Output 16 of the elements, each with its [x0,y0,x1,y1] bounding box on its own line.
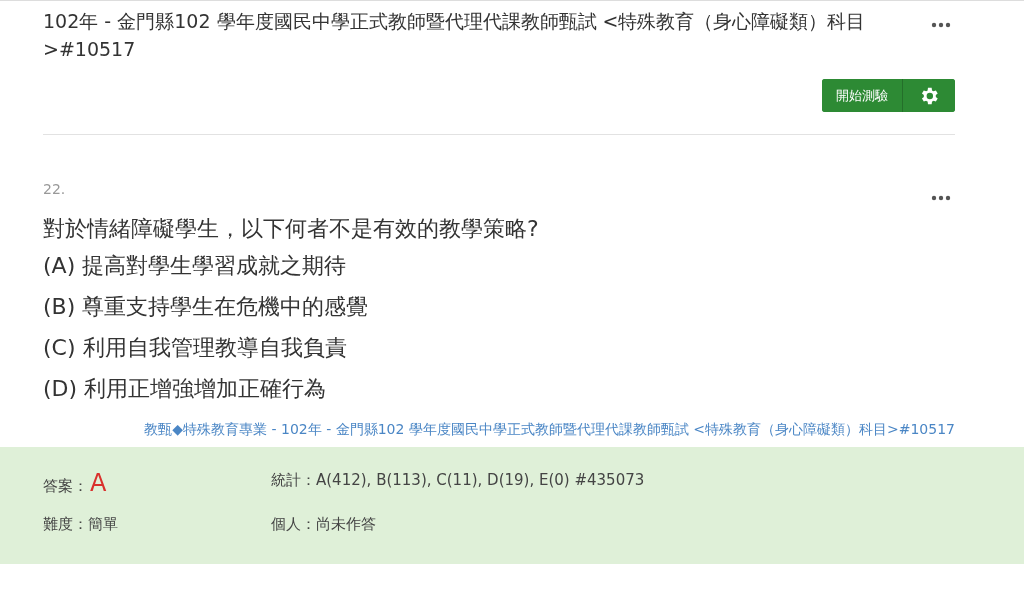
start-test-button[interactable]: 開始測驗 [822,79,903,112]
difficulty-text: 難度：簡單 [43,515,119,534]
more-icon[interactable] [931,22,951,28]
answer-option: (C) 利用自我管理教導自我負責 [43,327,955,368]
answer-statistics: 統計：A(412), B(113), C(11), D(19), E(0) #435073 [271,470,646,490]
answer-option: (D) 利用正增強增加正確行為 [43,368,955,409]
answer-option: (B) 尊重支持學生在危機中的感覺 [43,286,955,327]
source-link[interactable]: 教甄◆特殊教育專業 - 102年 - 金門縣102 學年度國民中學正式教師暨代理代課教師甄試 <特殊教育（身心障礙類）科目>#10517 [73,419,955,439]
answer-label: 答案： [43,477,88,496]
answer-option: (A) 提高對學生學習成就之期待 [43,245,955,286]
question-number: 22. [43,181,66,197]
more-icon[interactable] [931,195,951,201]
personal-status: 個人：尚未作答 [271,515,377,534]
exam-title: 102年 - 金門縣102 學年度國民中學正式教師暨代理代課教師甄試 <特殊教育（身心障礙類）科目>#10517 [43,9,867,62]
question-text: 對於情緒障礙學生，以下何者不是有效的教學策略? [43,215,540,243]
correct-answer: A [90,469,107,497]
